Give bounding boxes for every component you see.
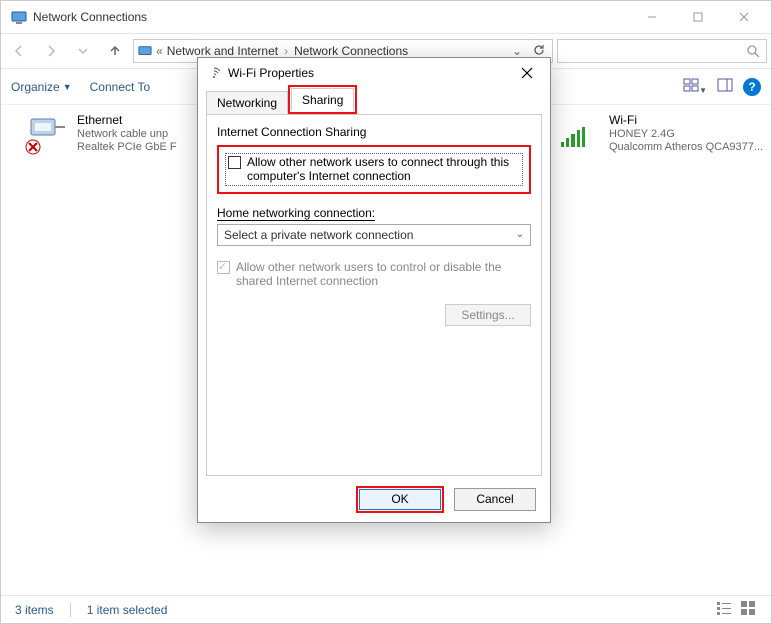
maximize-button[interactable] [675,1,721,33]
location-icon [138,44,152,58]
dialog-titlebar: Wi-Fi Properties [198,58,550,88]
status-item-count: 3 items [15,603,54,617]
highlight-allow-checkbox: Allow other network users to connect thr… [217,145,531,194]
tab-sharing[interactable]: Sharing [291,88,354,111]
adapter-name: Ethernet [77,113,177,127]
search-box[interactable] [557,39,767,63]
minimize-button[interactable] [629,1,675,33]
wifi-properties-dialog: Wi-Fi Properties Networking Sharing Inte… [197,57,551,523]
preview-pane-button[interactable] [717,77,733,96]
home-connection-label: Home networking connection: [217,206,531,220]
dialog-close-button[interactable] [512,58,542,88]
dialog-icon [206,65,222,81]
allow-control-label: Allow other network users to control or … [236,260,531,288]
home-connection-value: Select a private network connection [224,228,413,242]
allow-connect-row[interactable]: Allow other network users to connect thr… [225,153,523,186]
sharing-panel: Internet Connection Sharing Allow other … [206,114,542,476]
search-icon [746,44,760,58]
settings-button: Settings... [445,304,531,326]
allow-control-checkbox [217,261,230,274]
adapter-device: Qualcomm Atheros QCA9377... [609,141,763,153]
tab-networking[interactable]: Networking [206,91,288,114]
large-icons-view-button[interactable] [739,599,757,620]
chevron-down-icon: ⌄ [516,229,524,240]
allow-control-row: Allow other network users to control or … [217,260,531,288]
view-options-button[interactable]: ▼ [683,77,707,96]
ok-button[interactable]: OK [359,489,441,510]
adapter-name: Wi-Fi [609,113,763,127]
status-selected-count: 1 item selected [87,603,168,617]
ethernet-icon [29,113,69,153]
adapter-device: Realtek PCIe GbE F [77,141,177,153]
app-icon [11,9,27,25]
highlight-ok-button: OK [356,486,444,513]
close-button[interactable] [721,1,767,33]
details-view-button[interactable] [715,599,733,620]
allow-connect-checkbox[interactable] [228,156,241,169]
group-label: Internet Connection Sharing [217,125,531,139]
dialog-tabs: Networking Sharing [198,88,550,114]
breadcrumb-prefix: « [156,44,163,58]
error-icon [25,139,41,155]
recent-button[interactable] [69,37,97,65]
adapter-status: Network cable unp [77,128,177,140]
breadcrumb-item[interactable]: Network Connections [294,44,408,58]
breadcrumb-sep: › [282,44,290,58]
dialog-title: Wi-Fi Properties [228,66,512,80]
cancel-button[interactable]: Cancel [454,488,536,511]
home-connection-select[interactable]: Select a private network connection ⌄ [217,224,531,246]
adapter-wifi[interactable]: Wi-Fi HONEY 2.4G Qualcomm Atheros QCA937… [561,113,772,153]
address-dropdown[interactable]: ⌄ [508,44,526,58]
wifi-icon [561,113,601,153]
help-button[interactable]: ? [743,78,761,96]
breadcrumb-item[interactable]: Network and Internet [167,44,278,58]
connect-to-menu[interactable]: Connect To [90,80,151,94]
status-bar: 3 items 1 item selected [1,595,771,623]
allow-connect-label: Allow other network users to connect thr… [247,155,520,184]
connect-to-label: Connect To [90,80,151,94]
window-title: Network Connections [33,10,629,24]
adapter-status: HONEY 2.4G [609,128,763,140]
chevron-down-icon: ▼ [63,82,72,92]
highlight-sharing-tab: Sharing [288,85,357,114]
dialog-button-row: OK Cancel [198,476,550,522]
organize-menu[interactable]: Organize▼ [11,80,72,94]
forward-button[interactable] [37,37,65,65]
window-titlebar: Network Connections [1,1,771,33]
organize-label: Organize [11,80,60,94]
up-button[interactable] [101,37,129,65]
back-button[interactable] [5,37,33,65]
